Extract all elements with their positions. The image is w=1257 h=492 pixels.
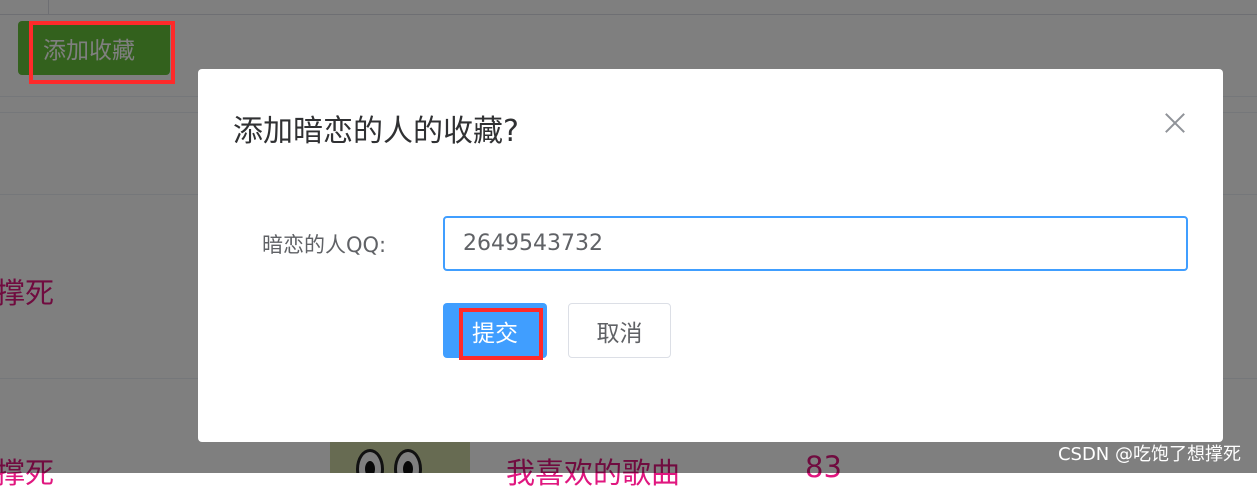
qq-field-label: 暗恋的人QQ: bbox=[262, 233, 387, 257]
watermark: CSDN @吃饱了想撑死 bbox=[1057, 444, 1241, 465]
cancel-label: 取消 bbox=[596, 320, 643, 347]
submit-button[interactable]: 提交 bbox=[443, 303, 547, 358]
close-icon[interactable] bbox=[1164, 112, 1186, 134]
add-favorite-dialog: 添加暗恋的人的收藏? 暗恋的人QQ: 提交 取消 bbox=[198, 69, 1223, 442]
dialog-title: 添加暗恋的人的收藏? bbox=[233, 114, 519, 149]
submit-label: 提交 bbox=[472, 320, 518, 347]
cancel-button[interactable]: 取消 bbox=[568, 303, 671, 358]
qq-input[interactable] bbox=[443, 216, 1188, 271]
